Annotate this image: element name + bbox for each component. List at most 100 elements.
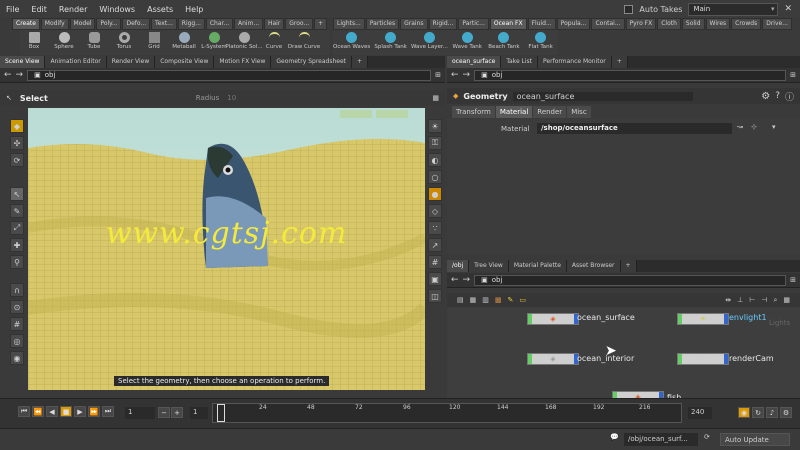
loop-icon[interactable]: ↻ [752,407,764,418]
shelf-tab-rigging[interactable]: Rigg... [177,18,205,30]
menu-assets[interactable]: Assets [141,5,179,14]
draw-curve-tool[interactable]: Draw Curve [288,30,320,55]
wave-tank-tool[interactable]: Wave Tank [450,30,485,55]
tab-animation-editor[interactable]: Animation Editor [45,56,107,68]
curve-tool[interactable]: Curve [260,30,288,55]
shelf-tab-pyro[interactable]: Pyro FX [625,18,657,30]
step-forward-icon[interactable]: ⏩ [88,406,100,417]
pointer-icon[interactable]: ↖ [10,187,24,201]
shelf-tab-ocean-fx[interactable]: Ocean FX [489,18,527,30]
param-forward-icon[interactable]: → [463,70,471,80]
param-pin-icon[interactable]: ⊞ [790,71,796,79]
light-icon[interactable]: ☀ [428,119,442,133]
scale-icon[interactable]: ⤢ [10,221,24,235]
menu-render[interactable]: Render [53,5,93,14]
magnet-icon[interactable]: ∩ [10,283,24,297]
net-grid-icon[interactable]: ▦ [783,296,790,304]
material-chooser-icon[interactable]: ⊹ [751,123,757,131]
shelf-tab-populate[interactable]: Popula... [556,18,591,30]
back-arrow-icon[interactable]: ← [4,70,12,80]
splash-tank-tool[interactable]: Splash Tank [372,30,409,55]
chat-icon[interactable]: 💬 [610,433,619,441]
tab-render-view[interactable]: Render View [106,56,156,68]
node-ocean-interior[interactable]: ◈ [527,353,579,365]
timeline-slider[interactable]: 24 48 72 96 120 144 168 192 216 [212,403,682,423]
pin-icon[interactable]: ⊞ [435,71,441,79]
lock-icon[interactable]: ⚿ [428,136,442,150]
tab-obj-network[interactable]: /obj [447,260,470,272]
grid-tool[interactable]: Grid [140,30,168,55]
points-icon[interactable]: ∵ [428,221,442,235]
shelf-tab-solid[interactable]: Solid [681,18,705,30]
net-back-icon[interactable]: ← [451,275,459,285]
pose-icon[interactable]: ⚲ [10,255,24,269]
shelf-tab-modify[interactable]: Modify [40,18,69,30]
visibility-icon[interactable]: ◐ [428,153,442,167]
node-render-cam[interactable]: ◉ [677,353,729,365]
viewport[interactable]: www.cgtsj.com Select the geometry, then … [28,108,425,390]
shelf-tab-model[interactable]: Model [69,18,96,30]
net-pin-icon[interactable]: ⊞ [790,276,796,284]
current-frame-field[interactable]: 1 [125,407,155,419]
options-icon[interactable]: ▦ [432,94,439,102]
add-net-tab-icon[interactable]: + [620,260,637,272]
shelf-tab-fluids[interactable]: Fluid... [527,18,556,30]
end-frame-field[interactable]: 240 [688,407,712,419]
subtab-material[interactable]: Material [495,106,533,118]
sphere-tool[interactable]: Sphere [50,30,78,55]
material-menu-icon[interactable]: ▾ [772,123,776,131]
tab-material-palette[interactable]: Material Palette [508,260,567,272]
wave-layer-tool[interactable]: Wave Layer... [411,30,448,55]
select-tool-icon[interactable]: ◆ [10,119,24,133]
dependency-icon[interactable]: ⊣ [761,296,767,304]
node-ocean-surface[interactable]: ◈ [527,313,579,325]
brush-icon[interactable]: ✎ [10,204,24,218]
material-jump-icon[interactable]: ↝ [737,123,743,131]
platonic-tool[interactable]: Platonic Sol... [225,30,263,55]
net-forward-icon[interactable]: → [463,275,471,285]
shelf-tab-poly[interactable]: Poly... [96,18,122,30]
jump-start-icon[interactable]: ⏮ [18,406,30,417]
tab-take-list[interactable]: Take List [501,56,539,68]
play-icon[interactable]: ▶ [74,406,86,417]
grid-snap-icon[interactable]: # [10,317,24,331]
jump-end-icon[interactable]: ⏭ [102,406,114,417]
menu-help[interactable]: Help [179,5,209,14]
shelf-tab-rigid[interactable]: Rigid... [428,18,458,30]
shelf-tab-crowds[interactable]: Crowds [731,18,762,30]
step-back-icon[interactable]: ⏪ [32,406,44,417]
param-back-icon[interactable]: ← [451,70,459,80]
param-path-field[interactable]: ▣ obj [474,69,787,81]
shelf-tab-grooming[interactable]: Groo... [285,18,314,30]
menu-edit[interactable]: Edit [25,5,53,14]
add-param-tab-icon[interactable]: + [611,56,628,68]
tab-motion-fx-view[interactable]: Motion FX View [214,56,272,68]
subtab-transform[interactable]: Transform [452,106,495,118]
shelf-tab-cloth[interactable]: Cloth [657,18,681,30]
shelf-tab-wires[interactable]: Wires [705,18,731,30]
torus-tool[interactable]: Torus [110,30,138,55]
zoom-icon[interactable]: ⌕ [773,296,777,305]
status-path-field[interactable]: /obj/ocean_surf... [624,433,698,446]
list-view-icon[interactable]: ▤ [457,296,464,304]
shelf-tab-animation[interactable]: Anim... [234,18,263,30]
beach-tank-tool[interactable]: Beach Tank [487,30,522,55]
shelf-tab-create[interactable]: Create [12,18,40,30]
timeline-settings-icon[interactable]: ⚙ [780,407,792,418]
forward-arrow-icon[interactable]: → [16,70,24,80]
box-tool[interactable]: Box [20,30,48,55]
frame-plus-icon[interactable]: + [171,407,183,418]
shelf-tab-container[interactable]: Contai... [591,18,625,30]
network-editor[interactable]: ◈ ocean_surface ☀ envlight1 Lights ◈ oce… [447,307,800,400]
shelf-tab-lights[interactable]: Lights... [333,18,365,30]
align-icon[interactable]: ⊥ [737,296,743,304]
numbers-icon[interactable]: # [428,255,442,269]
snap-net-icon[interactable]: ⊢ [749,296,755,304]
node-envlight[interactable]: ☀ [677,313,729,325]
timeline-playhead[interactable] [217,404,225,422]
gear-icon[interactable]: ⚙ [761,91,770,102]
tab-composite-view[interactable]: Composite View [155,56,215,68]
network-path-field[interactable]: ▣ obj [474,274,787,286]
play-reverse-icon[interactable]: ◀ [46,406,58,417]
shelf-tab-particle-fluids[interactable]: Partic... [458,18,489,30]
